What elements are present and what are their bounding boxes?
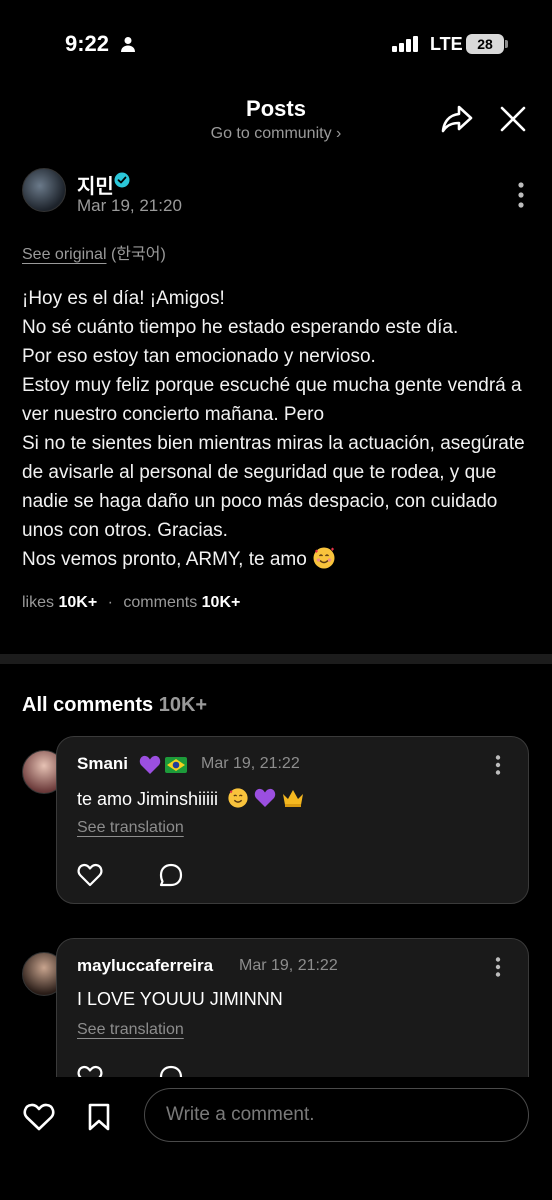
post-date: Mar 19, 21:20 <box>77 196 182 215</box>
commenter-name[interactable]: Smani <box>77 754 128 774</box>
comment-input[interactable] <box>144 1088 529 1142</box>
share-icon[interactable] <box>440 104 474 134</box>
likes-label: likes <box>22 594 55 611</box>
status-bar: 9:22 LTE 28 <box>0 0 552 90</box>
purple-heart-icon <box>254 788 276 807</box>
see-translation-link[interactable]: See translation <box>77 1021 184 1039</box>
original-language: (한국어) <box>110 246 166 263</box>
comment-text: I LOVE YOUUU JIMINNN <box>77 989 283 1009</box>
bookmark-icon[interactable] <box>87 1103 111 1131</box>
bottom-bar <box>0 1077 552 1200</box>
likes-count: 10K+ <box>58 594 98 611</box>
comment-text: te amo Jiminshiiiii <box>77 787 305 810</box>
status-time: 9:22 <box>65 31 110 56</box>
comments-title: All comments <box>22 694 154 716</box>
post-body-text: ¡Hoy es el día! ¡Amigos! No sé cuánto ti… <box>22 288 525 570</box>
section-divider <box>0 654 552 664</box>
signal-icon <box>392 36 418 52</box>
like-post-icon[interactable] <box>23 1103 55 1131</box>
purple-heart-icon <box>139 755 161 780</box>
brazil-flag-icon <box>165 757 187 778</box>
like-heart-icon[interactable] <box>77 863 103 887</box>
post-author: 지민 Mar 19, 21:20 <box>22 168 532 218</box>
comment-more-icon[interactable] <box>495 957 501 977</box>
reply-bubble-icon[interactable] <box>159 863 183 887</box>
comment-text-value: te amo Jiminshiiiii <box>77 789 219 809</box>
comments-count: 10K+ <box>201 594 241 611</box>
smiling-face-with-hearts-icon <box>228 788 248 808</box>
avatar[interactable] <box>22 168 66 212</box>
see-original-link[interactable]: See original <box>22 246 107 263</box>
see-original: See original (한국어) <box>22 240 166 264</box>
person-icon <box>121 37 135 52</box>
network-label: LTE <box>430 34 463 54</box>
comment-date: Mar 19, 21:22 <box>201 755 300 772</box>
comment-item: mayluccaferreira Mar 19, 21:22 I LOVE YO… <box>22 938 532 1118</box>
crown-icon <box>283 790 304 807</box>
smiling-face-with-hearts-icon <box>313 547 335 569</box>
battery-tip <box>505 40 508 48</box>
verified-icon <box>114 172 130 188</box>
comment-bubble: Smani Mar 19, 21:22 te amo Jiminshiiiii … <box>56 736 529 904</box>
see-translation-link[interactable]: See translation <box>77 819 184 837</box>
comment-item: Smani Mar 19, 21:22 te amo Jiminshiiiii … <box>22 736 532 906</box>
author-name[interactable]: 지민 <box>77 170 114 199</box>
battery-icon: 28 <box>466 34 504 54</box>
post-stats: likes 10K+ · comments 10K+ <box>22 594 241 611</box>
more-options-icon[interactable] <box>518 182 524 208</box>
comments-total: 10K+ <box>158 694 208 716</box>
comments-header: All comments 10K+ <box>22 694 207 717</box>
post-body: ¡Hoy es el día! ¡Amigos! No sé cuánto ti… <box>22 284 537 574</box>
comment-more-icon[interactable] <box>495 755 501 775</box>
comment-date: Mar 19, 21:22 <box>239 957 338 974</box>
close-icon[interactable] <box>498 104 528 134</box>
comments-label: comments <box>123 594 198 611</box>
header: Posts Go to community › <box>0 90 552 150</box>
commenter-name[interactable]: mayluccaferreira <box>77 956 213 976</box>
